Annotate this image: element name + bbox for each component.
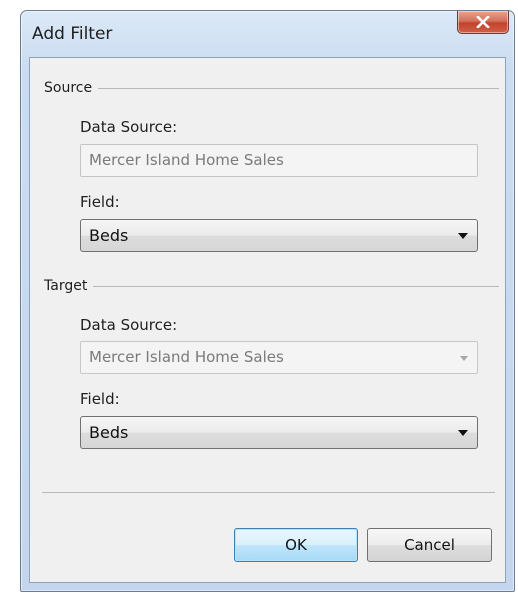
close-button[interactable] [457,11,509,34]
source-field-dropdown[interactable]: Beds [80,219,478,252]
source-field-selected-value: Beds [89,226,129,245]
target-group-header: Target [30,276,505,296]
source-group-header: Source [30,78,505,98]
chevron-down-icon [460,356,468,361]
dialog-title: Add Filter [32,24,113,44]
chevron-down-icon [458,233,468,239]
target-group-label: Target [44,278,88,294]
source-data-source-label: Data Source: [80,118,178,136]
dialog-body: Source Data Source: Mercer Island Home S… [29,57,506,583]
target-data-source-selected-value: Mercer Island Home Sales [89,348,284,366]
target-field-label: Field: [80,390,120,408]
source-data-source-field: Mercer Island Home Sales [80,144,478,177]
target-field-dropdown[interactable]: Beds [80,416,478,449]
title-bar[interactable]: Add Filter [21,11,514,57]
cancel-button[interactable]: Cancel [367,528,492,562]
target-data-source-label: Data Source: [80,316,178,334]
target-data-source-dropdown: Mercer Island Home Sales [80,341,478,374]
target-group-divider [93,285,499,287]
source-field-label: Field: [80,193,120,211]
add-filter-dialog: Add Filter Source Data Source: Mercer Is… [20,10,515,592]
close-x-icon [476,16,490,28]
ok-button[interactable]: OK [234,528,358,562]
target-field-selected-value: Beds [89,423,129,442]
button-area-divider [42,492,495,493]
chevron-down-icon [458,430,468,436]
source-group-divider [98,87,499,89]
source-group-label: Source [44,80,93,96]
